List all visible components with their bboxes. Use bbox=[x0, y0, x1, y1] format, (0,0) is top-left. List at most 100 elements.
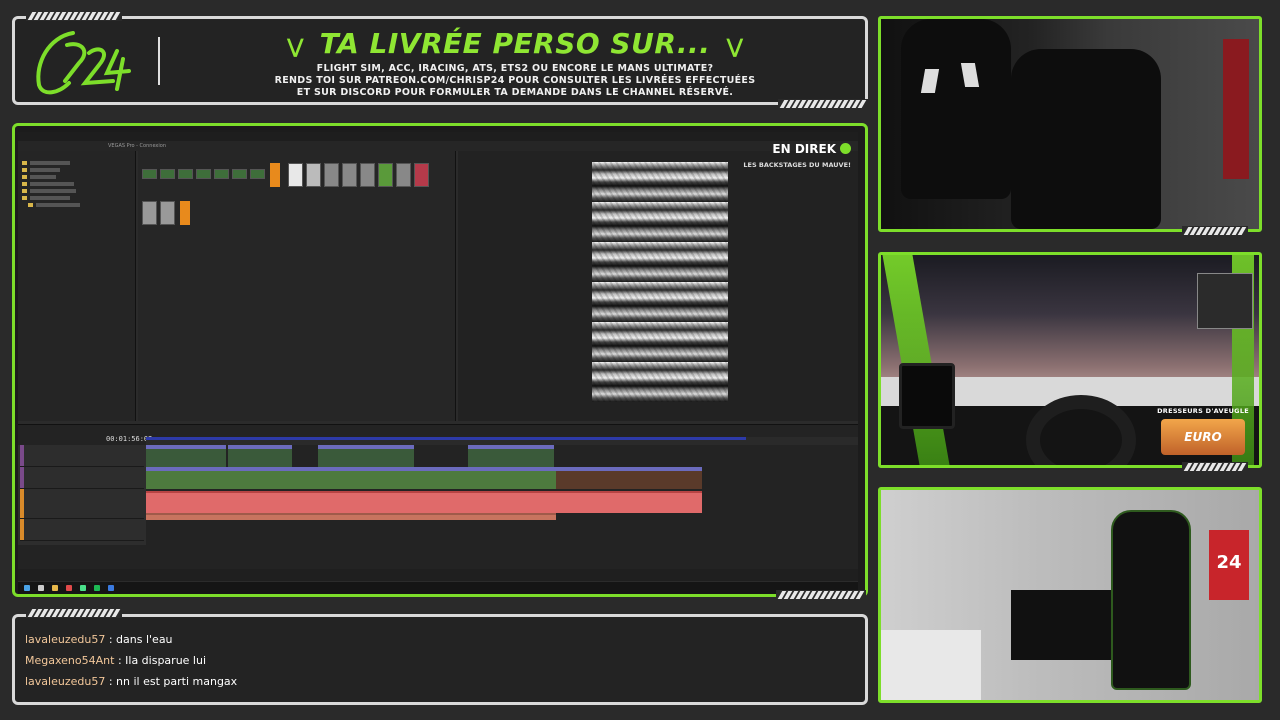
file-explorer-icon[interactable] bbox=[52, 585, 58, 591]
banner-line-2: RENDS TOI SUR PATREON.COM/CHRISP24 POUR … bbox=[274, 75, 756, 86]
chat-text: : dans l'eau bbox=[108, 633, 173, 646]
banner-stripes-decoration bbox=[778, 99, 868, 109]
media-thumb[interactable] bbox=[342, 163, 357, 187]
transport-bar[interactable] bbox=[18, 569, 858, 581]
audio-clip[interactable] bbox=[146, 491, 702, 513]
banner-subtitle: FLIGHT SIM, ACC, IRACING, ATS, ETS2 OU E… bbox=[195, 63, 835, 99]
chat-message: lavaleuzedu57 : dans l'eau bbox=[25, 633, 173, 646]
chat-username: lavaleuzedu57 bbox=[25, 633, 106, 646]
cam-stripes-decoration bbox=[1182, 226, 1248, 236]
video-clip[interactable] bbox=[318, 445, 414, 467]
chat-box: lavaleuzedu57 : dans l'eau Megaxeno54Ant… bbox=[12, 614, 868, 705]
chat-username: lavaleuzedu57 bbox=[25, 675, 106, 688]
bed bbox=[881, 630, 981, 700]
promo-banner: ⋁ TA LIVRÉE PERSO SUR... ⋁ FLIGHT SIM, ACC… bbox=[12, 16, 868, 105]
app-icon[interactable] bbox=[66, 585, 72, 591]
search-icon[interactable] bbox=[38, 585, 44, 591]
tree-item[interactable] bbox=[30, 175, 56, 179]
folder-icon bbox=[22, 175, 27, 179]
video-track-header[interactable] bbox=[20, 467, 144, 489]
audio-track-header[interactable] bbox=[20, 489, 144, 519]
banner-line-1: FLIGHT SIM, ACC, IRACING, ATS, ETS2 OU E… bbox=[316, 63, 714, 74]
spotify-icon[interactable] bbox=[94, 585, 100, 591]
tree-item[interactable] bbox=[30, 168, 60, 172]
media-thumb[interactable] bbox=[414, 163, 429, 187]
track-headers bbox=[18, 445, 146, 545]
video-clip[interactable] bbox=[468, 445, 554, 467]
video-clip[interactable] bbox=[556, 467, 702, 489]
explorer-panel[interactable] bbox=[18, 151, 136, 421]
chat-text: : Ila disparue lui bbox=[117, 654, 207, 667]
audio-clip[interactable] bbox=[146, 513, 556, 520]
media-thumb[interactable] bbox=[232, 169, 247, 179]
loop-region[interactable] bbox=[146, 437, 746, 440]
rear-camera-inset bbox=[1197, 273, 1253, 329]
media-thumb[interactable] bbox=[250, 169, 265, 179]
tree-item[interactable] bbox=[30, 182, 74, 186]
timeline-ruler[interactable] bbox=[146, 437, 858, 445]
live-subtitle: LES BACKSTAGES DU MAUVE! bbox=[743, 161, 851, 169]
tree-item[interactable] bbox=[30, 161, 70, 165]
media-thumb[interactable] bbox=[160, 169, 175, 179]
folder-icon bbox=[22, 161, 27, 165]
live-title: EN DIREK bbox=[772, 142, 836, 156]
game-logo: EURO TRUCK bbox=[1161, 419, 1245, 455]
banner-title: TA LIVRÉE PERSO SUR... bbox=[319, 27, 711, 60]
vegas-pro-window: VEGAS Pro - Connexion 00:01:56:02 bbox=[18, 132, 858, 594]
video-clip[interactable] bbox=[146, 467, 556, 489]
live-dot-icon bbox=[840, 143, 851, 154]
gaming-chair bbox=[1111, 510, 1191, 690]
folder-icon bbox=[28, 203, 33, 207]
vlc-icon[interactable] bbox=[270, 163, 280, 187]
banner-line-3: ET SUR DISCORD POUR FORMULER TA DEMANDE … bbox=[296, 87, 734, 98]
preview-frame bbox=[592, 162, 728, 402]
timeline[interactable]: 00:01:56:02 bbox=[18, 424, 858, 569]
racing-seat bbox=[1011, 49, 1161, 229]
menu-bar[interactable] bbox=[18, 132, 858, 141]
video-clip[interactable] bbox=[228, 445, 292, 467]
media-thumb[interactable] bbox=[378, 163, 393, 187]
media-thumb[interactable] bbox=[160, 201, 175, 225]
chat-text: : nn il est parti mangax bbox=[108, 675, 238, 688]
chat-username: Megaxeno54Ant bbox=[25, 654, 115, 667]
media-thumb[interactable] bbox=[396, 163, 411, 187]
hanging-jersey: 24 bbox=[1209, 530, 1249, 600]
project-media-panel[interactable] bbox=[138, 151, 456, 421]
game-capture-ets2: DRESSEURS D'AVEUGLE EURO TRUCK bbox=[878, 252, 1262, 468]
folder-icon bbox=[22, 182, 27, 186]
cp24-logo-icon bbox=[36, 31, 131, 95]
live-badge: EN DIREK LES BACKSTAGES DU MAUVE! bbox=[743, 138, 851, 169]
media-thumb[interactable] bbox=[288, 163, 303, 187]
capture-stripes-decoration bbox=[776, 590, 866, 600]
vlc-icon[interactable] bbox=[180, 201, 190, 225]
media-thumb[interactable] bbox=[360, 163, 375, 187]
media-thumb[interactable] bbox=[306, 163, 321, 187]
side-mirror bbox=[899, 363, 955, 429]
media-thumb[interactable] bbox=[142, 201, 157, 225]
media-thumb[interactable] bbox=[324, 163, 339, 187]
overlay-title: DRESSEURS D'AVEUGLE bbox=[1157, 407, 1249, 415]
hanging-jersey bbox=[1223, 39, 1249, 179]
windows-start-icon[interactable] bbox=[24, 585, 30, 591]
media-thumb[interactable] bbox=[196, 169, 211, 179]
app-icon[interactable] bbox=[108, 585, 114, 591]
banner-title-row: ⋁ TA LIVRÉE PERSO SUR... ⋁ bbox=[165, 27, 865, 60]
chat-message: Megaxeno54Ant : Ila disparue lui bbox=[25, 654, 206, 667]
chevrons-down-icon: ⋁ bbox=[726, 34, 744, 58]
media-thumb[interactable] bbox=[214, 169, 229, 179]
media-thumb[interactable] bbox=[142, 169, 157, 179]
banner-stripes-decoration bbox=[26, 11, 122, 21]
cam-stripes-decoration bbox=[1182, 462, 1248, 472]
video-clip[interactable] bbox=[146, 445, 226, 467]
window-title: VEGAS Pro - Connexion bbox=[18, 141, 858, 151]
racing-seat bbox=[901, 19, 1011, 199]
media-thumb[interactable] bbox=[178, 169, 193, 179]
app-icon[interactable] bbox=[80, 585, 86, 591]
tree-item[interactable] bbox=[30, 196, 70, 200]
tree-item[interactable] bbox=[30, 189, 76, 193]
chat-message: lavaleuzedu57 : nn il est parti mangax bbox=[25, 675, 237, 688]
tree-item[interactable] bbox=[36, 203, 80, 207]
audio-track-header[interactable] bbox=[20, 519, 144, 541]
windows-taskbar bbox=[18, 582, 858, 594]
video-track-header[interactable] bbox=[20, 445, 144, 467]
